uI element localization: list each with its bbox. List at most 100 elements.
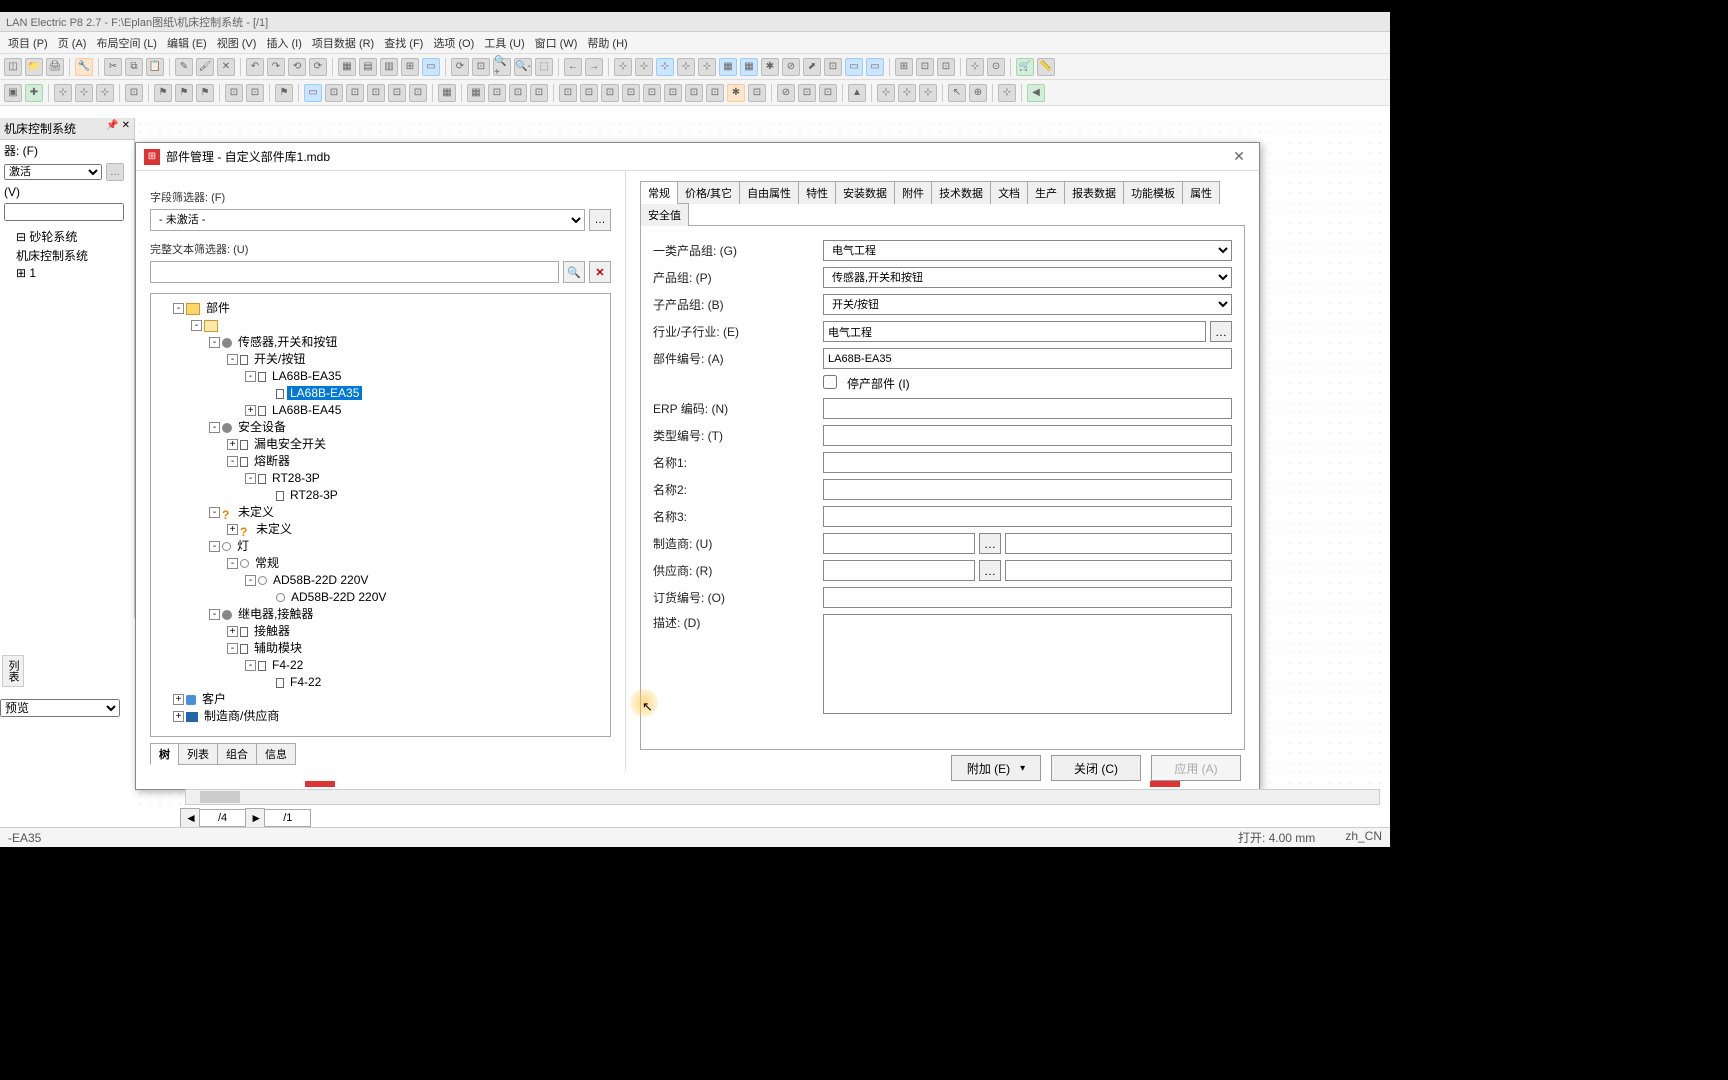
tree-node[interactable]: +接触器 bbox=[155, 623, 606, 640]
tree-node[interactable]: -RT28-3P bbox=[155, 470, 606, 487]
tb2-1-icon[interactable]: ▣ bbox=[4, 84, 22, 102]
discontinued-checkbox[interactable] bbox=[823, 375, 837, 389]
tb-zoomin-icon[interactable]: 🔍+ bbox=[493, 58, 511, 76]
description-textarea[interactable] bbox=[823, 614, 1232, 714]
tb-m2-icon[interactable]: ⊡ bbox=[916, 58, 934, 76]
supplier-more-button[interactable]: … bbox=[979, 560, 1001, 581]
tb-snap13-icon[interactable]: ▭ bbox=[866, 58, 884, 76]
tb-snap9-icon[interactable]: ⊘ bbox=[782, 58, 800, 76]
tb-snap8-icon[interactable]: ✱ bbox=[761, 58, 779, 76]
tb2-16-icon[interactable]: ⊡ bbox=[488, 84, 506, 102]
text-filter-clear-button[interactable]: ✕ bbox=[589, 261, 611, 283]
tb2-28-icon[interactable]: ⊡ bbox=[748, 84, 766, 102]
tb2-21-icon[interactable]: ⊡ bbox=[601, 84, 619, 102]
project-tree[interactable]: ⊟ 砂轮系统 机床控制系统⊞ 1 bbox=[0, 223, 134, 285]
menu-item[interactable]: 插入 (I) bbox=[262, 33, 305, 53]
tb2-5-icon[interactable]: ⊹ bbox=[96, 84, 114, 102]
property-tab[interactable]: 常规 bbox=[640, 181, 678, 204]
tb2-6-icon[interactable]: ⊡ bbox=[125, 84, 143, 102]
tb2-arrow-icon[interactable]: ↖ bbox=[948, 84, 966, 102]
filter-btn-icon[interactable]: … bbox=[106, 163, 124, 181]
industry-more-button[interactable]: … bbox=[1210, 321, 1232, 342]
menu-item[interactable]: 窗口 (W) bbox=[531, 33, 582, 53]
view-tab[interactable]: 树 bbox=[150, 743, 179, 765]
tree-node[interactable]: F4-22 bbox=[155, 674, 606, 691]
group-select[interactable]: 传感器,开关和按钮 bbox=[823, 267, 1232, 288]
tb2-29-icon[interactable]: ⊘ bbox=[777, 84, 795, 102]
menu-item[interactable]: 选项 (O) bbox=[429, 33, 478, 53]
tb-new-icon[interactable]: ◫ bbox=[4, 58, 22, 76]
menu-item[interactable]: 编辑 (E) bbox=[163, 33, 211, 53]
manufacturer-more-button[interactable]: … bbox=[979, 533, 1001, 554]
tb2-37-icon[interactable]: ⊹ bbox=[998, 84, 1016, 102]
tree-node[interactable]: - bbox=[155, 317, 606, 334]
orderno-input[interactable] bbox=[823, 587, 1232, 608]
property-tab[interactable]: 价格/其它 bbox=[677, 181, 740, 204]
tb-view-icon[interactable]: ▭ bbox=[422, 58, 440, 76]
tb2-14-icon[interactable]: ▦ bbox=[438, 84, 456, 102]
tb-grid3-icon[interactable]: ▥ bbox=[380, 58, 398, 76]
tree-node[interactable]: -传感器,开关和按钮 bbox=[155, 334, 606, 351]
tb-cart-icon[interactable]: 🛒 bbox=[1016, 58, 1034, 76]
tb-refresh-icon[interactable]: ⟳ bbox=[451, 58, 469, 76]
tb-m1-icon[interactable]: ⊞ bbox=[895, 58, 913, 76]
partno-input[interactable] bbox=[823, 348, 1232, 369]
tb-redo-icon[interactable]: ↷ bbox=[267, 58, 285, 76]
tb2-flag3-icon[interactable]: ⚑ bbox=[196, 84, 214, 102]
tb2-flag2-icon[interactable]: ⚑ bbox=[175, 84, 193, 102]
filter-select[interactable]: 激活 bbox=[4, 164, 102, 180]
tb-redo2-icon[interactable]: ⟳ bbox=[309, 58, 327, 76]
tb-cut-icon[interactable]: ✂ bbox=[104, 58, 122, 76]
tb-undo2-icon[interactable]: ⟲ bbox=[288, 58, 306, 76]
tb-brush-icon[interactable]: 🖌 bbox=[196, 58, 214, 76]
erp-input[interactable] bbox=[823, 398, 1232, 419]
menu-item[interactable]: 帮助 (H) bbox=[583, 33, 631, 53]
tb-print-icon[interactable]: 🖨 bbox=[46, 58, 64, 76]
tb2-11-icon[interactable]: ⊡ bbox=[367, 84, 385, 102]
tb2-2-icon[interactable]: ✚ bbox=[25, 84, 43, 102]
tb2-13-icon[interactable]: ⊡ bbox=[409, 84, 427, 102]
list-tab-vertical[interactable]: 列表 bbox=[2, 655, 24, 687]
tb-table-icon[interactable]: ⊞ bbox=[401, 58, 419, 76]
property-tab[interactable]: 属性 bbox=[1182, 181, 1220, 204]
tree-node[interactable]: -LA68B-EA35 bbox=[155, 368, 606, 385]
tb2-34-icon[interactable]: ⊹ bbox=[898, 84, 916, 102]
property-tab[interactable]: 文档 bbox=[990, 181, 1028, 204]
tree-node[interactable]: +客户 bbox=[155, 691, 606, 708]
tb-clear-icon[interactable]: ✕ bbox=[217, 58, 235, 76]
tb-snap2-icon[interactable]: ⊹ bbox=[635, 58, 653, 76]
tree-node[interactable]: +LA68B-EA45 bbox=[155, 402, 606, 419]
menu-item[interactable]: 布局空间 (L) bbox=[92, 33, 161, 53]
tree-node[interactable]: -F4-22 bbox=[155, 657, 606, 674]
field-filter-more-button[interactable]: … bbox=[589, 209, 611, 231]
horizontal-scrollbar[interactable] bbox=[185, 789, 1380, 805]
tb-snap7-icon[interactable]: ▦ bbox=[740, 58, 758, 76]
tb2-23-icon[interactable]: ⊡ bbox=[643, 84, 661, 102]
tb-snap6-icon[interactable]: ▦ bbox=[719, 58, 737, 76]
tb2-30-icon[interactable]: ⊡ bbox=[798, 84, 816, 102]
tb2-7-icon[interactable]: ⊡ bbox=[225, 84, 243, 102]
project-tree-item[interactable]: ⊞ 1 bbox=[4, 265, 130, 281]
tb2-18-icon[interactable]: ⊡ bbox=[530, 84, 548, 102]
tb-snap5-icon[interactable]: ⊹ bbox=[698, 58, 716, 76]
tb2-32-icon[interactable]: ▲ bbox=[848, 84, 866, 102]
tb2-31-icon[interactable]: ⊡ bbox=[819, 84, 837, 102]
pin-icon[interactable]: 📌 ✕ bbox=[106, 120, 130, 137]
menu-item[interactable]: 项目 (P) bbox=[4, 33, 52, 53]
close-button[interactable]: 关闭 (C) bbox=[1051, 755, 1141, 781]
menu-item[interactable]: 页 (A) bbox=[54, 33, 91, 53]
text-filter-input[interactable] bbox=[150, 261, 559, 283]
tb2-20-icon[interactable]: ⊡ bbox=[580, 84, 598, 102]
tb2-24-icon[interactable]: ⊡ bbox=[664, 84, 682, 102]
tree-node[interactable]: -安全设备 bbox=[155, 419, 606, 436]
tb2-36-icon[interactable]: ⊕ bbox=[969, 84, 987, 102]
tb-zoomsel-icon[interactable]: ⬚ bbox=[535, 58, 553, 76]
tb-navnext-icon[interactable]: → bbox=[585, 58, 603, 76]
tb-snap4-icon[interactable]: ⊹ bbox=[677, 58, 695, 76]
industry-input[interactable] bbox=[823, 321, 1206, 342]
tb-paste-icon[interactable]: 📋 bbox=[146, 58, 164, 76]
close-icon[interactable]: ✕ bbox=[1227, 145, 1251, 169]
property-tab[interactable]: 特性 bbox=[798, 181, 836, 204]
tb-zoomfit-icon[interactable]: ⊡ bbox=[472, 58, 490, 76]
tb2-3-icon[interactable]: ⊹ bbox=[54, 84, 72, 102]
